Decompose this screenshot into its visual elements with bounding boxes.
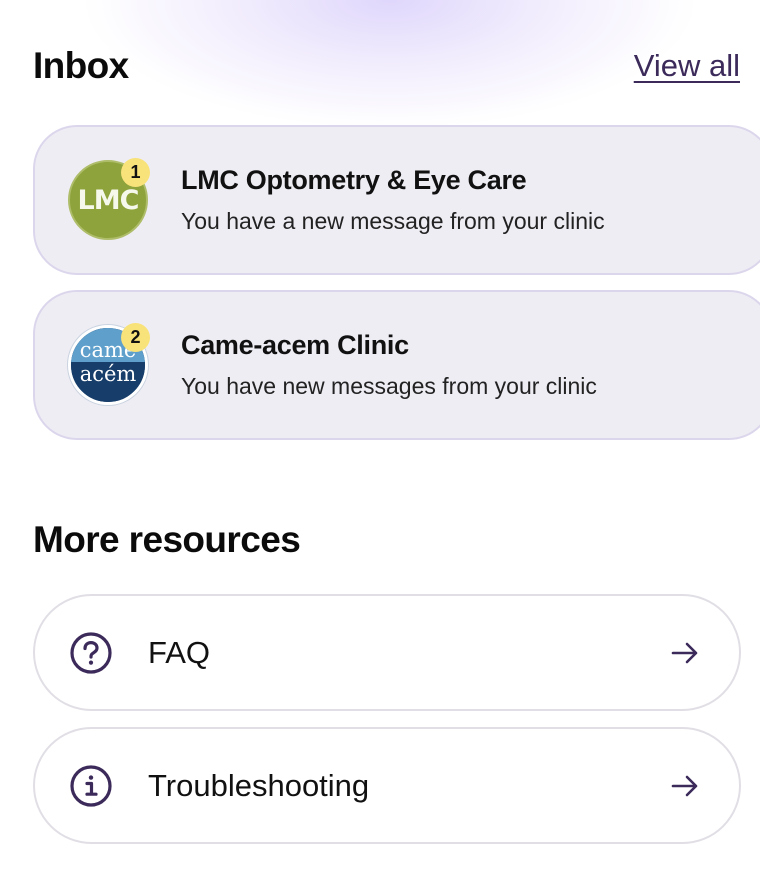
clinic-avatar-wrap: came acém 2 (68, 323, 150, 405)
unread-count-badge: 1 (121, 158, 150, 187)
faq-link[interactable]: FAQ (33, 594, 741, 711)
faq-label: FAQ (148, 634, 211, 670)
unread-count-badge: 2 (121, 323, 150, 352)
inbox-item-came-acem[interactable]: came acém 2 Came-acem Clinic You have ne… (33, 290, 760, 440)
arrow-right-icon (671, 642, 698, 663)
inbox-item-text: LMC Optometry & Eye Care You have a new … (181, 165, 605, 235)
inbox-item-lmc-optometry[interactable]: LMC 1 LMC Optometry & Eye Care You have … (33, 125, 760, 275)
logo-bottom-band: acém (71, 362, 145, 402)
clinic-avatar-wrap: LMC 1 (68, 158, 150, 240)
home-screen: Inbox View all LMC 1 LMC Optometry & Eye… (0, 0, 760, 872)
message-preview: You have new messages from your clinic (181, 373, 597, 399)
question-circle-icon (70, 631, 112, 674)
inbox-header: Inbox View all (33, 38, 740, 94)
logo-text-bottom: acém (79, 362, 137, 387)
resources-header: More resources (33, 512, 740, 568)
info-circle-icon (70, 764, 112, 807)
troubleshooting-link[interactable]: Troubleshooting (33, 727, 741, 844)
inbox-title: Inbox (33, 45, 129, 86)
troubleshooting-label: Troubleshooting (148, 767, 370, 803)
inbox-item-text: Came-acem Clinic You have new messages f… (181, 330, 597, 400)
clinic-name: LMC Optometry & Eye Care (181, 165, 527, 195)
resources-title: More resources (33, 519, 301, 560)
message-preview: You have a new message from your clinic (181, 208, 605, 234)
clinic-name: Came-acem Clinic (181, 330, 409, 360)
lmc-logo-text: LMC (77, 184, 140, 216)
view-all-link[interactable]: View all (634, 48, 740, 84)
arrow-right-icon (671, 775, 698, 796)
